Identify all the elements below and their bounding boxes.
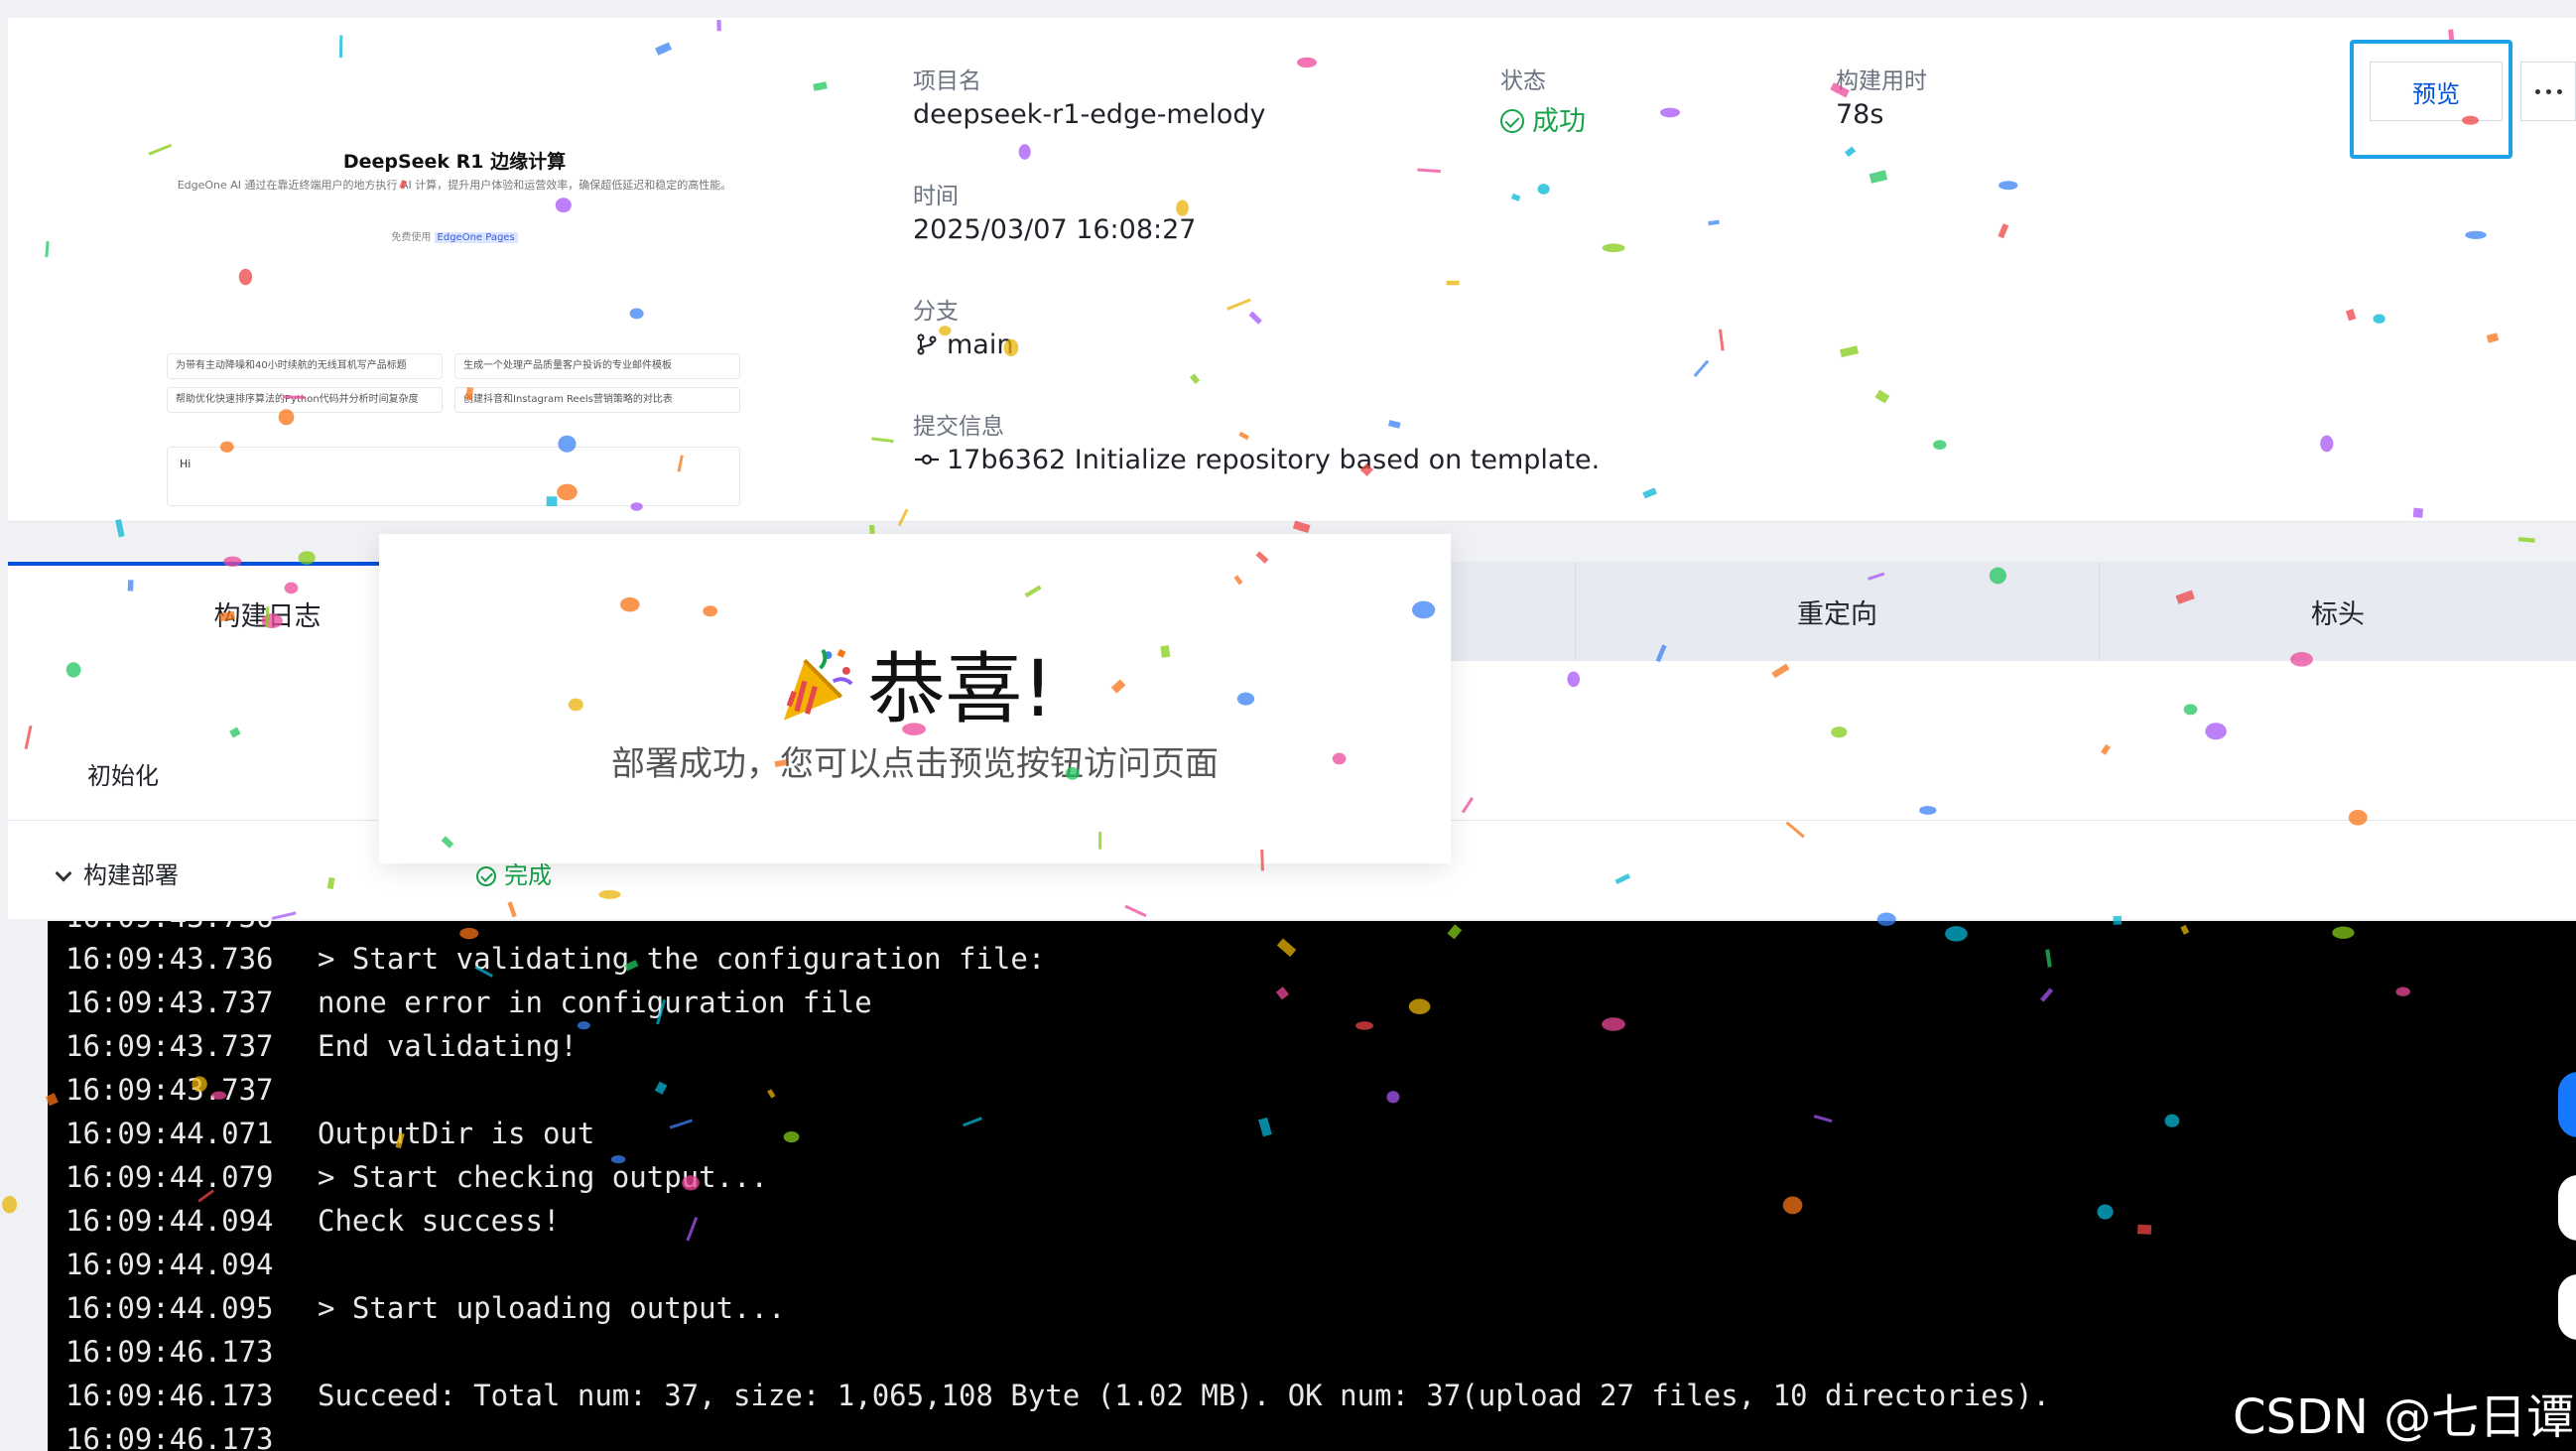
build-time-value: 78s bbox=[1836, 99, 1884, 130]
branch-label: 分支 bbox=[913, 299, 959, 325]
log-line: 16:09:43.737 none error in configuration … bbox=[65, 986, 872, 1019]
status-label: 状态 bbox=[1500, 68, 1546, 94]
git-branch-icon bbox=[917, 333, 937, 355]
dialog-title-text: 恭喜! bbox=[867, 645, 1054, 734]
thumbnail-title: DeepSeek R1 边缘计算 bbox=[342, 151, 567, 173]
dialog-title: 恭喜! bbox=[379, 627, 1451, 738]
tab-headers[interactable]: 标头 bbox=[2100, 562, 2576, 661]
project-card: DeepSeek R1 边缘计算 EdgeOne AI 通过在靠近终端用户的地方… bbox=[8, 18, 2576, 522]
log-line: 16:09:44.094 Check success! bbox=[65, 1204, 561, 1238]
thumbnail-chat-input: Hi bbox=[167, 447, 740, 506]
log-line: 16:09:46.173 bbox=[65, 1422, 274, 1451]
chevron-down-icon bbox=[55, 864, 72, 882]
log-line: 16:09:46.173 bbox=[65, 1335, 274, 1369]
step-build-status-text: 完成 bbox=[504, 861, 552, 889]
step-build-toggle[interactable]: 构建部署 bbox=[55, 856, 179, 890]
log-line: 16:09:44.071 OutputDir is out bbox=[65, 1117, 595, 1150]
log-line: 16:09:44.079 > Start checking output... bbox=[65, 1160, 768, 1194]
commit-text: 17b6362 Initialize repository based on t… bbox=[947, 445, 1601, 475]
free-use-prefix: 免费使用 bbox=[391, 232, 432, 243]
log-line: 16:09:44.095 > Start uploading output... bbox=[65, 1291, 786, 1325]
confetti-piece bbox=[2517, 537, 2535, 543]
free-use-link: EdgeOne Pages bbox=[434, 232, 518, 243]
time-value: 2025/03/07 16:08:27 bbox=[913, 214, 1197, 245]
build-log-terminal[interactable]: 16:09:43.736 16:09:43.736> Start validat… bbox=[48, 921, 2576, 1451]
success-dialog[interactable]: 恭喜! 部署成功，您可以点击预览按钮访问页面 bbox=[379, 534, 1451, 863]
commit-value: 17b6362 Initialize repository based on t… bbox=[913, 445, 1600, 475]
log-line: 16:09:43.736 > Start validating the confi… bbox=[65, 942, 1046, 976]
site-thumbnail[interactable]: DeepSeek R1 边缘计算 EdgeOne AI 通过在靠近终端用户的地方… bbox=[167, 117, 742, 514]
build-time-label: 构建用时 bbox=[1836, 68, 1927, 94]
branch-value: main bbox=[913, 330, 1013, 360]
branch-text: main bbox=[947, 330, 1014, 360]
check-circle-icon bbox=[476, 866, 496, 886]
log-line: 16:09:43.737 bbox=[65, 1073, 274, 1107]
tab-redirects[interactable]: 重定向 bbox=[1576, 562, 2100, 661]
dialog-subtitle: 部署成功，您可以点击预览按钮访问页面 bbox=[611, 744, 1219, 784]
more-dots-icon bbox=[2534, 88, 2540, 94]
floating-action-button[interactable] bbox=[2558, 1274, 2576, 1340]
log-line: 16:09:43.737 End validating! bbox=[65, 1029, 578, 1063]
step-init-label[interactable]: 初始化 bbox=[87, 756, 159, 791]
party-popper-icon bbox=[784, 648, 853, 721]
project-name-label: 项目名 bbox=[913, 68, 981, 94]
suggestion-chip: 创建抖音和Instagram Reels营销策略的对比表 bbox=[454, 387, 740, 413]
check-circle-icon bbox=[1500, 109, 1524, 133]
floating-action-button[interactable] bbox=[2558, 1175, 2576, 1241]
preview-button[interactable]: 预览 bbox=[2370, 62, 2503, 121]
time-label: 时间 bbox=[913, 184, 959, 209]
step-build-label: 构建部署 bbox=[83, 861, 179, 889]
git-commit-icon bbox=[915, 454, 939, 465]
confetti-piece bbox=[869, 524, 875, 534]
status-text: 成功 bbox=[1532, 106, 1586, 137]
more-actions-button[interactable] bbox=[2520, 62, 2576, 121]
suggestion-chip: 生成一个处理产品质量客户投诉的专业邮件模板 bbox=[454, 353, 740, 379]
status-value: 成功 bbox=[1500, 99, 1586, 138]
log-line: 16:09:44.094 bbox=[65, 1248, 274, 1281]
suggestion-chip: 帮助优化快速排序算法的Python代码并分析时间复杂度 bbox=[167, 387, 443, 413]
confetti-piece bbox=[2, 1195, 18, 1214]
log-line: 16:09:46.173 Succeed: Total num: 37, size… bbox=[65, 1379, 2050, 1412]
csdn-watermark: CSDN @七日谭 bbox=[2233, 1389, 2575, 1445]
suggestion-chip: 为带有主动降噪和40小时续航的无线耳机写产品标题 bbox=[167, 353, 443, 379]
commit-label: 提交信息 bbox=[913, 414, 1004, 440]
thumbnail-free-use: 免费使用 EdgeOne Pages bbox=[167, 228, 742, 243]
project-name-value: deepseek-r1-edge-melody bbox=[913, 99, 1266, 130]
floating-action-button[interactable] bbox=[2558, 1072, 2576, 1137]
thumbnail-description: EdgeOne AI 通过在靠近终端用户的地方执行 AI 计算，提升用户体验和运… bbox=[177, 179, 732, 192]
confetti-piece bbox=[1292, 520, 1311, 534]
